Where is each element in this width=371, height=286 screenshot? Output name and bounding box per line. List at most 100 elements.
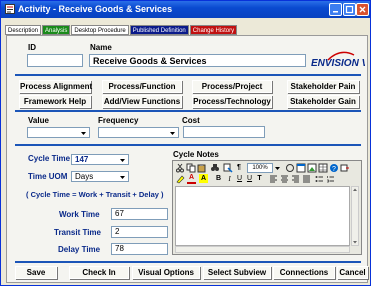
separator xyxy=(15,261,361,263)
find-icon[interactable] xyxy=(210,163,220,173)
process-alignment-button[interactable]: Process Alignment xyxy=(19,80,92,93)
frequency-select[interactable] xyxy=(98,127,179,138)
justify-icon[interactable] xyxy=(302,174,311,184)
form-icon xyxy=(5,4,15,14)
scroll-up-icon xyxy=(353,188,357,191)
form-panel: ID Name Receive Goods & Services ENVISIO… xyxy=(6,35,371,283)
align-right-icon[interactable] xyxy=(291,174,300,184)
cycle-time-label: Cycle Time xyxy=(28,154,71,163)
chevron-down-icon xyxy=(120,159,125,162)
stakeholder-pain-button[interactable]: Stakeholder Pain xyxy=(287,80,359,93)
numbered-list-icon[interactable] xyxy=(326,174,335,184)
tab-analysis[interactable]: Analysis xyxy=(42,25,71,35)
cancel-button[interactable]: Cancel xyxy=(337,266,368,279)
cycle-formula: ( Cycle Time = Work + Transit + Delay ) xyxy=(26,190,164,199)
process-technology-button[interactable]: Process/Technology xyxy=(192,95,272,108)
delay-time-label: Delay Time xyxy=(58,245,101,254)
background-color-icon[interactable]: A xyxy=(199,174,208,183)
image-icon[interactable] xyxy=(307,163,317,173)
transit-time-field[interactable]: 2 xyxy=(111,226,168,238)
check-in-button[interactable]: Check In xyxy=(69,266,129,279)
window-icon[interactable] xyxy=(296,163,306,173)
chevron-down-icon xyxy=(81,132,86,135)
add-view-functions-button[interactable]: Add/View Functions xyxy=(102,95,182,108)
frequency-label: Frequency xyxy=(98,116,139,125)
maximize-icon xyxy=(345,5,354,14)
select-subview-button[interactable]: Select Subview xyxy=(203,266,271,279)
italic-icon[interactable]: I xyxy=(226,174,233,184)
separator xyxy=(15,144,361,146)
bullet-list-icon[interactable] xyxy=(315,174,324,184)
name-field[interactable]: Receive Goods & Services xyxy=(89,54,306,67)
minimize-button[interactable] xyxy=(329,3,342,16)
chevron-down-icon xyxy=(120,176,125,179)
process-project-button[interactable]: Process/Project xyxy=(192,80,272,93)
chevron-down-icon xyxy=(275,167,280,170)
work-time-label: Work Time xyxy=(59,210,100,219)
highlight-icon[interactable] xyxy=(175,174,185,184)
window: Activity - Receive Goods & Services Desc… xyxy=(0,0,371,286)
cut-icon[interactable] xyxy=(175,163,185,173)
paragraph-icon[interactable]: ¶ xyxy=(235,163,243,173)
tab-description[interactable]: Description xyxy=(5,25,42,35)
connections-button[interactable]: Connections xyxy=(273,266,335,279)
id-label: ID xyxy=(28,43,36,52)
cost-label: Cost xyxy=(182,116,200,125)
svg-text:?: ? xyxy=(332,166,336,173)
cycle-notes-label: Cycle Notes xyxy=(173,150,219,159)
separator xyxy=(15,110,361,112)
cycle-time-value: 147 xyxy=(75,155,89,164)
cycle-notes-textarea[interactable] xyxy=(175,186,350,246)
copy-icon[interactable] xyxy=(186,163,196,173)
close-button[interactable] xyxy=(356,3,369,16)
vertical-scrollbar[interactable] xyxy=(351,186,359,246)
replace-icon[interactable] xyxy=(223,163,233,173)
cost-field[interactable] xyxy=(183,126,265,138)
title-bar: Activity - Receive Goods & Services xyxy=(1,1,370,18)
circle-icon[interactable] xyxy=(285,163,295,173)
envision-logo: ENVISION VIP xyxy=(310,48,371,70)
insert-icon[interactable] xyxy=(340,163,350,173)
help-icon[interactable]: ? xyxy=(329,163,339,173)
editor-toolbar-1: ¶ 100% ? xyxy=(175,163,359,173)
window-title: Activity - Receive Goods & Services xyxy=(18,4,173,14)
process-function-button[interactable]: Process/Function xyxy=(102,80,182,93)
paste-icon[interactable] xyxy=(197,163,207,173)
table-icon[interactable] xyxy=(318,163,328,173)
maximize-button[interactable] xyxy=(343,3,356,16)
chevron-down-icon xyxy=(170,132,175,135)
horizontal-scrollbar[interactable] xyxy=(175,246,350,253)
underline-icon[interactable]: U xyxy=(236,174,243,184)
align-center-icon[interactable] xyxy=(280,174,289,184)
double-underline-icon[interactable]: U xyxy=(246,174,253,184)
align-left-icon[interactable] xyxy=(269,174,278,184)
value-label: Value xyxy=(28,116,49,125)
separator xyxy=(15,74,361,76)
minimize-icon xyxy=(333,11,338,13)
save-button[interactable]: Save xyxy=(15,266,57,279)
close-icon xyxy=(359,6,366,13)
tab-change-history[interactable]: Change History xyxy=(189,25,238,35)
framework-help-button[interactable]: Framework Help xyxy=(19,95,91,108)
text-style-icon[interactable]: T xyxy=(256,174,263,184)
work-time-field[interactable]: 67 xyxy=(111,208,168,220)
cycle-notes-editor: ¶ 100% ? A A B I U U T xyxy=(172,160,362,255)
font-color-icon[interactable]: A xyxy=(187,174,196,184)
time-uom-label: Time UOM xyxy=(28,172,68,181)
stakeholder-gain-button[interactable]: Stakeholder Gain xyxy=(287,95,359,108)
tab-published-definition[interactable]: Published Definition xyxy=(129,25,189,35)
time-uom-value: Days xyxy=(75,172,94,181)
visual-options-button[interactable]: Visual Options xyxy=(132,266,200,279)
cycle-time-select[interactable]: 147 xyxy=(71,154,129,165)
bold-icon[interactable]: B xyxy=(215,174,222,184)
scroll-down-icon xyxy=(353,241,357,244)
time-uom-select[interactable]: Days xyxy=(71,171,129,182)
zoom-select[interactable]: 100% xyxy=(247,163,273,173)
svg-text:ENVISION VIP: ENVISION VIP xyxy=(311,58,365,69)
delay-time-field[interactable]: 78 xyxy=(111,243,168,255)
editor-toolbar-2: A A B I U U T xyxy=(175,174,359,184)
id-field[interactable] xyxy=(27,54,83,67)
tab-desktop-procedure[interactable]: Desktop Procedure xyxy=(71,25,129,35)
value-select[interactable] xyxy=(27,127,90,138)
transit-time-label: Transit Time xyxy=(54,228,101,237)
